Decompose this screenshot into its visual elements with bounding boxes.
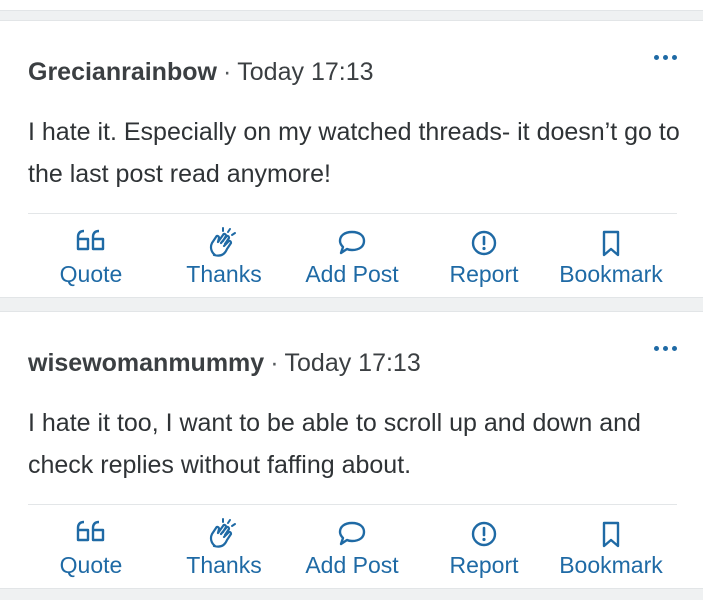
report-label: Report — [449, 552, 519, 578]
post-author[interactable]: wisewomanmummy — [28, 349, 264, 377]
quote-label: Quote — [59, 261, 123, 287]
more-options-icon[interactable] — [654, 55, 677, 60]
meta-separator: · — [270, 349, 279, 377]
bookmark-icon — [602, 521, 620, 548]
post-body: I hate it. Especially on my watched thre… — [28, 118, 680, 188]
speech-bubble-icon — [338, 521, 366, 546]
exclamation-circle-icon — [471, 230, 497, 256]
clapping-hands-icon — [209, 227, 236, 257]
bookmark-button[interactable]: Bookmark — [552, 518, 670, 579]
post-body: I hate it too, I want to be able to scro… — [28, 409, 641, 479]
post-header: wisewomanmummy · Today 17:13 — [28, 349, 421, 378]
thanks-label: Thanks — [186, 552, 262, 578]
speech-bubble-icon — [338, 230, 366, 255]
thanks-label: Thanks — [186, 261, 262, 287]
post-card: wisewomanmummy · Today 17:13 I hate it too… — [0, 311, 703, 589]
previous-post-bottom — [0, 0, 703, 11]
post-card: Grecianrainbow · Today 17:13 I hate it. Es… — [0, 20, 703, 298]
bookmark-button[interactable]: Bookmark — [552, 227, 670, 288]
thanks-button[interactable]: Thanks — [176, 227, 272, 288]
post-author[interactable]: Grecianrainbow — [28, 58, 217, 86]
quote-icon — [76, 520, 105, 542]
thanks-button[interactable]: Thanks — [176, 518, 272, 579]
post-actions: Quote Thanks Add Post Report Bookmark — [28, 518, 677, 588]
add-post-label: Add Post — [305, 552, 399, 578]
post-header: Grecianrainbow · Today 17:13 — [28, 58, 374, 87]
post-timestamp[interactable]: Today 17:13 — [285, 349, 421, 377]
divider — [28, 213, 677, 214]
quote-button[interactable]: Quote — [46, 518, 136, 579]
post-actions: Quote Thanks Add Post Report Bookmark — [28, 227, 677, 297]
post-timestamp[interactable]: Today 17:13 — [237, 58, 373, 86]
report-label: Report — [449, 261, 519, 287]
quote-icon — [76, 229, 105, 251]
bookmark-label: Bookmark — [559, 552, 663, 578]
more-options-icon[interactable] — [654, 346, 677, 351]
quote-label: Quote — [59, 552, 123, 578]
add-post-button[interactable]: Add Post — [296, 227, 408, 288]
report-button[interactable]: Report — [436, 518, 532, 579]
add-post-label: Add Post — [305, 261, 399, 287]
quote-button[interactable]: Quote — [46, 227, 136, 288]
clapping-hands-icon — [209, 518, 236, 548]
exclamation-circle-icon — [471, 521, 497, 547]
add-post-button[interactable]: Add Post — [296, 518, 408, 579]
report-button[interactable]: Report — [436, 227, 532, 288]
divider — [28, 504, 677, 505]
meta-separator: · — [222, 58, 232, 86]
bookmark-icon — [602, 230, 620, 257]
bookmark-label: Bookmark — [559, 261, 663, 287]
